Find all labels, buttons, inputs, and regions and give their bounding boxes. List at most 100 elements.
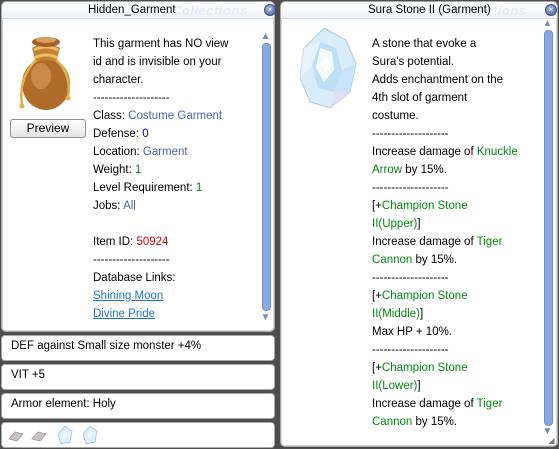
scroll-up-icon[interactable]: ▲	[541, 18, 554, 30]
stone-desc-1: A stone that evoke a	[372, 38, 477, 50]
combo-item: II(Middle)	[372, 308, 420, 320]
level-value: 1	[195, 182, 203, 194]
jobs-value: All	[123, 200, 136, 212]
skill-name: Cannon	[372, 254, 413, 266]
stone-desc-2: Sura's potential.	[372, 56, 455, 68]
bonus-text: VIT +5	[11, 369, 45, 381]
location-value: Garment	[142, 146, 188, 158]
divider: --------------------	[372, 272, 449, 284]
effect-text: Increase damage of	[372, 146, 477, 158]
empty-slot-icon[interactable]	[7, 429, 25, 443]
skill-name: Tiger	[476, 236, 503, 248]
divider: --------------------	[93, 92, 170, 104]
skill-name: Tiger	[476, 398, 503, 410]
description-line-1: This garment has NO view	[93, 38, 229, 50]
effect-line: Increase damage of Tiger	[372, 395, 502, 413]
divider: --------------------	[372, 128, 449, 140]
itemid-row: Item ID: 50924	[93, 233, 168, 251]
db-links-label: Database Links:	[93, 272, 176, 284]
level-row: Level Requirement: 1	[93, 179, 202, 197]
stone-desc-3: Adds enchantment on the	[372, 74, 504, 86]
scroll-thumb[interactable]	[262, 43, 271, 311]
combo-item: Champion Stone	[381, 362, 468, 374]
bonus-bar-element: Armor element: Holy	[1, 393, 275, 419]
combo-bracket: [+	[372, 290, 382, 302]
link-shining-moon[interactable]: Shining Moon	[93, 287, 163, 305]
combo-bracket: ]	[417, 380, 421, 392]
class-label: Class:	[93, 110, 129, 122]
stone-window-title: Sura Stone II (Garment)	[368, 4, 491, 16]
combo-item: II(Lower)	[372, 380, 418, 392]
weight-label: Weight:	[93, 164, 135, 176]
combo-header: II(Lower)]	[372, 377, 421, 395]
divider: --------------------	[372, 344, 449, 356]
effect-text: Increase damage of	[372, 398, 477, 410]
preview-button[interactable]: Preview	[10, 119, 86, 138]
combo-item: Champion Stone	[381, 200, 468, 212]
defense-row: Defense: 0	[93, 125, 149, 143]
description-line-3: character.	[93, 74, 144, 86]
scrollbar[interactable]: ▲ ▼	[259, 31, 272, 325]
class-row: Class: Costume Garment	[93, 107, 222, 125]
effect-line: Increase damage of Tiger	[372, 233, 502, 251]
close-icon[interactable]: ×	[545, 4, 557, 16]
scroll-thumb[interactable]	[544, 30, 553, 426]
skill-name: Arrow	[372, 164, 403, 176]
title-watermark: Collections	[172, 3, 248, 18]
scroll-down-icon[interactable]: ▼	[259, 312, 272, 324]
link-divine-pride[interactable]: Divine Pride	[93, 305, 155, 323]
combo-header: [+Champion Stone	[372, 287, 468, 305]
description-line-2: id and is invisible on your	[93, 56, 222, 68]
location-row: Location: Garment	[93, 143, 188, 161]
item-window-title: Hidden_Garment	[88, 4, 176, 16]
combo-header: [+Champion Stone	[372, 197, 468, 215]
bonus-text: Armor element: Holy	[11, 398, 116, 410]
effect-text: by 15%.	[412, 416, 458, 428]
divider: --------------------	[372, 182, 449, 194]
bonus-text: DEF against Small size monster +4%	[11, 340, 202, 352]
empty-slot-icon[interactable]	[30, 429, 48, 443]
item-image-pouch	[19, 37, 71, 110]
effect-line: Cannon by 15%.	[372, 413, 457, 431]
combo-header: II(Middle)]	[372, 305, 423, 323]
card-slots-bar	[1, 422, 275, 448]
effect-line: Cannon by 15%.	[372, 251, 457, 269]
itemid-value: 50924	[136, 236, 169, 248]
resize-grip-icon[interactable]: ◢	[547, 436, 556, 445]
stone-window-titlebar[interactable]: Collections Sura Stone II (Garment) ×	[281, 2, 557, 19]
scrollbar[interactable]: ▲ ▼	[541, 18, 554, 442]
effect-line: Arrow by 15%.	[372, 161, 447, 179]
jobs-row: Jobs: All	[93, 197, 136, 215]
weight-value: 1	[134, 164, 142, 176]
weight-row: Weight: 1	[93, 161, 141, 179]
effect-text: by 15%.	[412, 254, 458, 266]
combo-bracket: ]	[417, 218, 421, 230]
stone-desc-5: costume.	[372, 110, 419, 122]
combo-bracket: [+	[372, 362, 382, 374]
effect-line: Max HP + 10%.	[372, 326, 453, 338]
bonus-bar-vit: VIT +5	[1, 364, 275, 390]
combo-item: Champion Stone	[381, 290, 468, 302]
effect-text: Increase damage of	[372, 236, 477, 248]
defense-label: Defense:	[93, 128, 143, 140]
combo-header: [+Champion Stone	[372, 359, 468, 377]
stone-info-window: Collections Sura Stone II (Garment) × A …	[280, 1, 558, 447]
skill-name: Cannon	[372, 416, 413, 428]
item-window-titlebar[interactable]: Collections Hidden_Garment ×	[2, 2, 276, 19]
scroll-up-icon[interactable]: ▲	[259, 31, 272, 43]
item-image-stone	[299, 27, 357, 109]
effect-line: Increase damage of Knuckle	[372, 143, 518, 161]
defense-value: 0	[142, 128, 149, 140]
close-icon[interactable]: ×	[264, 4, 276, 16]
level-label: Level Requirement:	[93, 182, 196, 194]
stone-slot-icon[interactable]	[80, 425, 100, 445]
divider-2: --------------------	[93, 254, 170, 266]
stone-slot-icon[interactable]	[55, 425, 75, 445]
bonus-bar-def: DEF against Small size monster +4%	[1, 335, 275, 361]
class-value: Costume Garment	[128, 110, 223, 122]
item-info-window: Collections Hidden_Garment × Preview Thi…	[1, 1, 276, 332]
combo-bracket: [+	[372, 200, 382, 212]
skill-name: Knuckle	[476, 146, 518, 158]
combo-bracket: ]	[419, 308, 424, 320]
itemid-label: Item ID:	[93, 236, 137, 248]
